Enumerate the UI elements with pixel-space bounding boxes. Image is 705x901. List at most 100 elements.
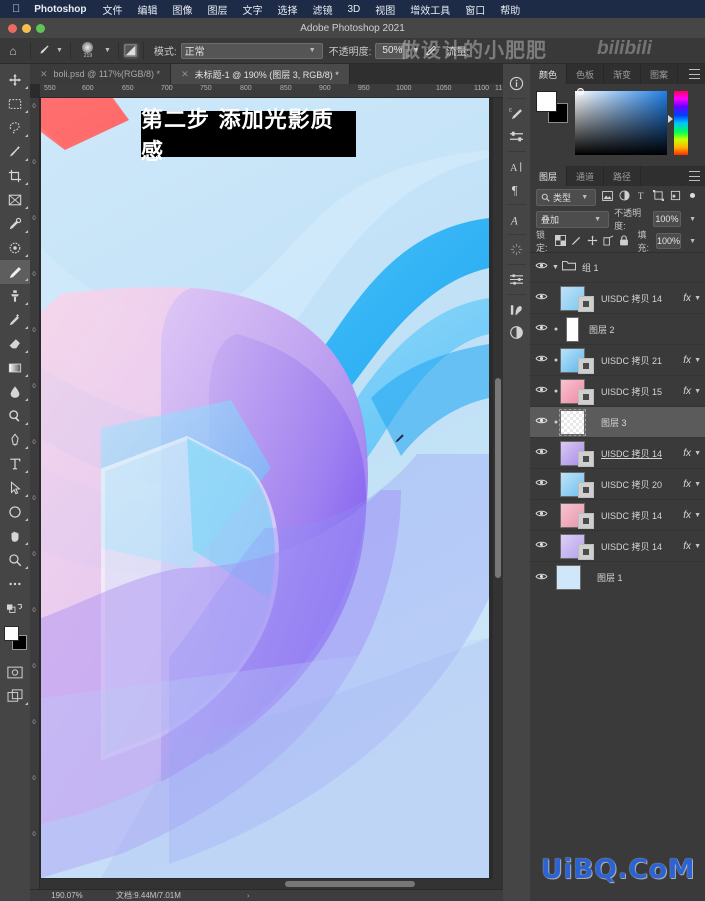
path-selection-tool[interactable] <box>0 476 30 500</box>
foreground-background-colors[interactable] <box>0 624 30 654</box>
menu-type[interactable]: 文字 <box>242 2 262 17</box>
layer-mask-thumbnail[interactable] <box>578 388 594 405</box>
edit-toolbar-icon[interactable] <box>0 572 30 596</box>
layer-row[interactable]: ● 图层 2 <box>530 314 705 345</box>
apple-logo-icon[interactable]:  <box>12 3 20 15</box>
brush-tool[interactable] <box>0 260 30 284</box>
layer-mask-thumbnail[interactable] <box>578 450 594 467</box>
layer-mask-thumbnail[interactable] <box>578 481 594 498</box>
layer-thumbnail[interactable] <box>560 533 594 560</box>
rectangular-marquee-tool[interactable] <box>0 92 30 116</box>
layer-visibility-icon[interactable] <box>530 572 552 584</box>
lock-image-icon[interactable] <box>571 235 582 248</box>
tab-gradients[interactable]: 渐变 <box>604 64 642 84</box>
menu-view[interactable]: 视图 <box>375 2 395 17</box>
brush-picker-chevron-down-icon[interactable]: ▼ <box>104 47 111 54</box>
blur-tool[interactable] <box>0 380 30 404</box>
menu-layer[interactable]: 图层 <box>207 2 227 17</box>
vertical-ruler[interactable]: 0 0 0 0 0 0 0 0 0 0 0 0 0 0 <box>30 98 40 889</box>
layer-thumbnail[interactable] <box>560 347 594 374</box>
menu-edit[interactable]: 编辑 <box>137 2 157 17</box>
canvas-horizontal-scrollbar[interactable] <box>40 879 503 889</box>
smart-object-filter-icon[interactable] <box>670 190 682 204</box>
layer-thumbnail[interactable] <box>560 440 594 467</box>
opacity-input[interactable]: 50% <box>375 42 410 59</box>
tab-color[interactable]: 颜色 <box>530 64 568 84</box>
layer-visibility-icon[interactable] <box>530 540 552 552</box>
default-colors-icon[interactable] <box>0 596 30 620</box>
status-expand-icon[interactable]: › <box>247 891 250 900</box>
libraries-panel-icon[interactable] <box>503 238 530 261</box>
gradient-tool[interactable] <box>0 356 30 380</box>
color-panel-menu-icon[interactable] <box>689 69 700 79</box>
scrollbar-thumb[interactable] <box>285 881 415 887</box>
character-panel-icon[interactable]: A <box>503 155 530 178</box>
layer-row[interactable]: ● UISDC 拷贝 21 fx ▼ <box>530 345 705 376</box>
layer-list[interactable]: ▼ 组 1 UISDC 拷贝 14 fx ▼ ● 图层 2 ● UISDC 拷贝… <box>530 252 705 901</box>
layer-thumbnail[interactable] <box>560 378 594 405</box>
layer-mask-thumbnail[interactable] <box>578 543 594 560</box>
lock-all-icon[interactable] <box>619 234 629 248</box>
layer-fill-input[interactable]: 100% <box>656 233 682 249</box>
layer-visibility-icon[interactable] <box>530 416 552 428</box>
layer-visibility-icon[interactable] <box>530 447 552 459</box>
layer-thumbnail[interactable] <box>560 285 594 312</box>
crop-tool[interactable] <box>0 164 30 188</box>
layer-visibility-icon[interactable] <box>530 385 552 397</box>
layer-row-selected[interactable]: ● 图层 3 <box>530 407 705 438</box>
menu-filter[interactable]: 滤镜 <box>312 2 332 17</box>
tab-swatches[interactable]: 色板 <box>567 64 605 84</box>
lock-position-icon[interactable] <box>586 234 598 248</box>
close-icon[interactable]: ✕ <box>181 69 189 80</box>
layer-effects-icon[interactable]: fx <box>683 293 691 304</box>
layer-visibility-icon[interactable] <box>530 292 552 304</box>
layer-mask-thumbnail[interactable] <box>578 295 594 312</box>
brush-tool-preset-icon[interactable] <box>35 43 53 59</box>
quick-mask-mode-icon[interactable] <box>0 660 30 684</box>
horizontal-ruler[interactable]: 550 600 650 700 750 800 850 900 950 1000… <box>40 84 503 98</box>
lock-transparent-icon[interactable] <box>554 234 566 248</box>
opacity-chevron-down-icon[interactable]: ▼ <box>689 216 696 223</box>
pixel-filter-icon[interactable] <box>601 190 613 204</box>
layers-panel-menu-icon[interactable] <box>689 171 700 181</box>
tab-paths[interactable]: 路径 <box>604 166 642 186</box>
menu-plugins[interactable]: 增效工具 <box>410 2 450 17</box>
color-field-picker[interactable] <box>575 88 667 155</box>
layer-row[interactable]: UISDC 拷贝 14 fx ▼ <box>530 531 705 562</box>
layer-blend-mode-select[interactable]: 叠加 ▼ <box>536 210 610 228</box>
tab-channels[interactable]: 通道 <box>567 166 605 186</box>
layer-row[interactable]: UISDC 拷贝 14 fx ▼ <box>530 500 705 531</box>
layer-link-icon[interactable]: ● <box>552 388 560 395</box>
layer-thumbnail[interactable] <box>559 408 586 436</box>
ellipse-shape-tool[interactable] <box>0 500 30 524</box>
brush-settings-icon[interactable]: E <box>503 102 530 125</box>
dodge-tool[interactable] <box>0 404 30 428</box>
adjustments-icon[interactable] <box>503 125 530 148</box>
paragraph-panel-icon[interactable]: ¶ <box>503 178 530 201</box>
home-icon[interactable]: ⌂ <box>0 44 26 58</box>
brush-settings-panel-icon[interactable] <box>122 42 139 59</box>
foreground-color-swatch[interactable] <box>4 626 19 641</box>
layer-row[interactable]: UISDC 拷贝 20 fx ▼ <box>530 469 705 500</box>
hue-slider-marker[interactable] <box>668 115 673 123</box>
scrollbar-thumb[interactable] <box>495 378 501 578</box>
layer-thumbnail[interactable] <box>560 502 594 529</box>
history-brush-tool[interactable] <box>0 308 30 332</box>
zoom-tool[interactable] <box>0 548 30 572</box>
layer-filter-type-select[interactable]: 类型 ▼ <box>536 188 597 206</box>
layer-thumbnail[interactable] <box>556 565 581 590</box>
layer-row-group[interactable]: ▼ 组 1 <box>530 252 705 283</box>
layer-effects-icon[interactable]: fx <box>683 386 691 397</box>
histogram-panel-icon[interactable] <box>503 298 530 321</box>
document-tab-untitled-1[interactable]: ✕ 未标题-1 @ 190% (图层 3, RGB/8) * <box>171 64 350 84</box>
fill-chevron-down-icon[interactable]: ▼ <box>689 238 696 245</box>
blend-mode-select[interactable]: 正常 ▼ <box>180 42 323 59</box>
opacity-chevron-down-icon[interactable]: ▼ <box>412 47 419 54</box>
adjustment-layer-icon[interactable] <box>503 321 530 344</box>
pen-tool[interactable] <box>0 428 30 452</box>
document-tab-boli[interactable]: ✕ boli.psd @ 117%(RGB/8) * <box>30 64 172 84</box>
layer-visibility-icon[interactable] <box>530 261 552 273</box>
layer-visibility-icon[interactable] <box>530 509 552 521</box>
move-tool[interactable] <box>0 68 30 92</box>
menu-file[interactable]: 文件 <box>102 2 122 17</box>
